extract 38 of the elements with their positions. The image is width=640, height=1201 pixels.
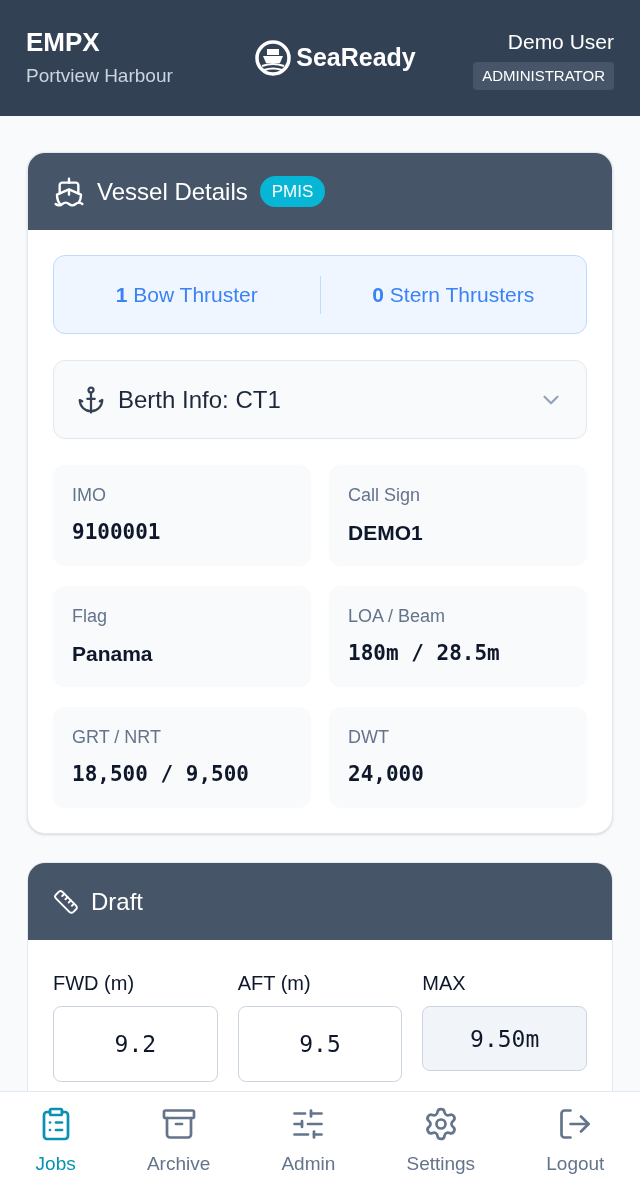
field-value: 9100001: [72, 519, 162, 547]
draft-label: MAX: [422, 971, 467, 996]
user-name: Demo User: [507, 29, 614, 55]
card-title: Draft: [91, 886, 143, 917]
nav-tab[interactable]: Settings: [406, 1106, 476, 1179]
nav-tab[interactable]: Admin: [281, 1106, 336, 1179]
source-badge: PMIS: [259, 175, 326, 208]
field-value: Panama: [72, 641, 154, 668]
ship-icon: [53, 175, 85, 208]
field-value: DEMO1: [348, 520, 424, 547]
ruler-icon: [53, 888, 79, 915]
nav-tab[interactable]: Logout: [546, 1106, 605, 1179]
card-title: Vessel Details: [97, 176, 248, 207]
field-value: 18,500 / 9,500: [72, 761, 250, 789]
nav-tab[interactable]: Jobs: [35, 1106, 76, 1179]
port-name: Portview Harbour: [26, 64, 173, 88]
thruster-count: 0 Stern Thrusters: [372, 281, 535, 308]
nav-tab[interactable]: Archive: [146, 1106, 211, 1179]
thruster-count: 1 Bow Thruster: [115, 281, 258, 308]
draft-input[interactable]: 9.50m: [422, 1006, 587, 1071]
field-label: GRT / NRT: [72, 726, 162, 750]
berth-info-toggle[interactable]: Berth Info: CT1: [53, 360, 587, 439]
field-value: 24,000: [348, 761, 425, 789]
field-label: IMO: [72, 484, 107, 508]
draft-input[interactable]: 9.2: [53, 1006, 218, 1082]
draft-label: AFT (m): [237, 971, 312, 996]
field-label: LOA / Beam: [348, 605, 447, 629]
field-label: DWT: [348, 726, 390, 750]
ship-logo-icon: [254, 39, 293, 77]
field-label: Flag: [72, 605, 108, 629]
anchor-icon: [76, 384, 106, 415]
role-badge: ADMINISTRATOR: [473, 61, 614, 90]
draft-input[interactable]: 9.5: [237, 1006, 403, 1082]
brand-name: SeaReady: [296, 42, 416, 74]
draft-label: FWD (m): [53, 971, 136, 996]
field-value: 180m / 28.5m: [348, 640, 501, 668]
field-label: Call Sign: [348, 484, 422, 508]
terminal-code: EMPX: [26, 25, 101, 58]
